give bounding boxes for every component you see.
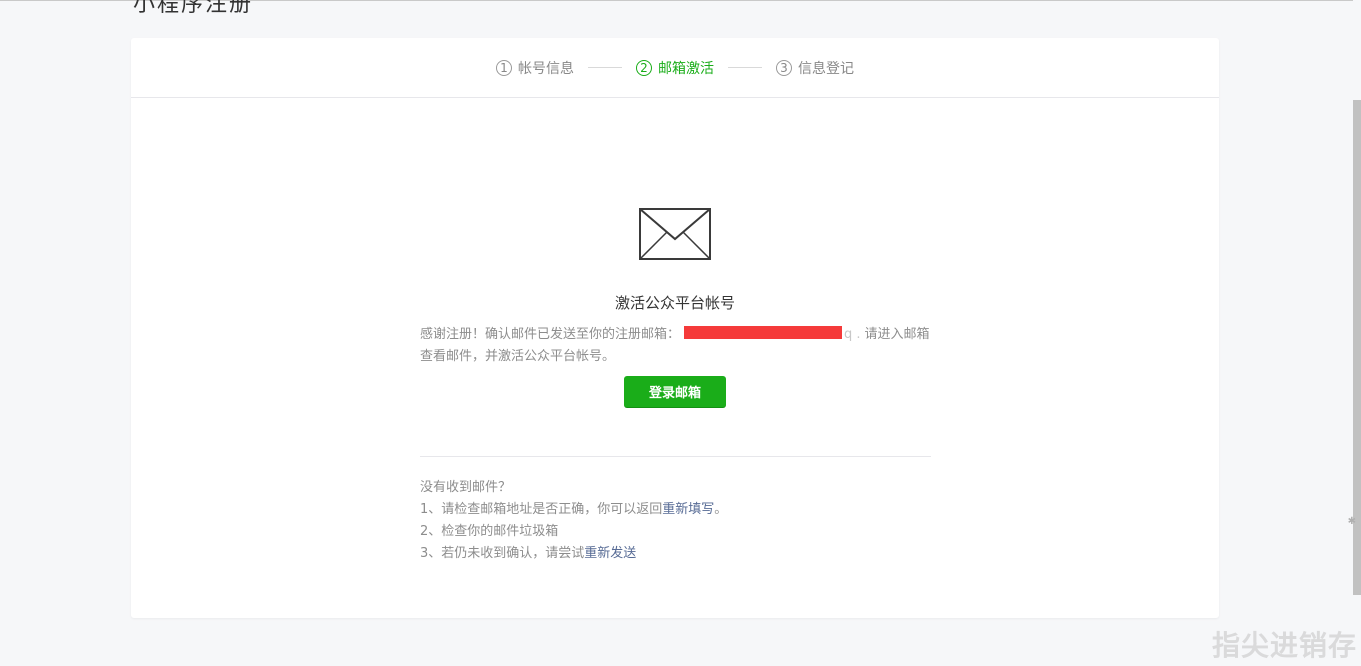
resend-link[interactable]: 重新发送: [584, 546, 636, 561]
step-label: 信息登记: [798, 60, 854, 77]
step-separator: [728, 67, 762, 68]
activation-title: 激活公众平台帐号: [614, 294, 735, 312]
help-line-3: 3、若仍未收到确认，请尝试重新发送: [420, 543, 940, 565]
step-number: 1: [496, 59, 512, 76]
help-line-1-text: 1、请检查邮箱地址是否正确，你可以返回: [420, 502, 663, 517]
help-section: 没有收到邮件？ 1、请检查邮箱地址是否正确，你可以返回重新填写。 2、检查你的邮…: [420, 477, 940, 565]
registration-card: 1 帐号信息 2 邮箱激活 3 信息登记 激活公众平台帐号 感谢注册！确认邮件已…: [131, 38, 1219, 618]
refill-link[interactable]: 重新填写: [662, 502, 714, 517]
step-info-registration: 3 信息登记: [776, 58, 854, 78]
step-email-activation: 2 邮箱激活: [636, 58, 714, 78]
email-tail: q .: [844, 327, 861, 342]
scrollbar-track[interactable]: [1353, 0, 1361, 666]
redacted-email: [684, 326, 843, 339]
step-indicator: 1 帐号信息 2 邮箱激活 3 信息登记: [131, 38, 1219, 98]
step-number: 2: [636, 59, 652, 76]
page-title: 小程序注册: [133, 0, 254, 17]
watermark: 指尖进销存: [1211, 629, 1357, 662]
step-label: 邮箱激活: [658, 60, 714, 77]
step-account-info: 1 帐号信息: [496, 58, 574, 78]
login-email-button[interactable]: 登录邮箱: [624, 376, 726, 408]
step-separator: [588, 67, 622, 68]
section-divider: [420, 456, 931, 457]
side-pin-icon: ✱: [1347, 516, 1356, 527]
help-heading: 没有收到邮件？: [420, 480, 512, 495]
desc-text-before: 感谢注册！确认邮件已发送至你的注册邮箱：: [420, 327, 681, 342]
step-label: 帐号信息: [518, 60, 574, 77]
help-line-3-text: 3、若仍未收到确认，请尝试: [420, 546, 585, 561]
help-line-2: 2、检查你的邮件垃圾箱: [420, 524, 559, 539]
activation-description: 感谢注册！确认邮件已发送至你的注册邮箱： q . 请进入邮箱查看邮件，并激活公众平台…: [420, 324, 932, 368]
help-line-1: 1、请检查邮箱地址是否正确，你可以返回重新填写。: [420, 499, 940, 521]
help-line-1-suffix: 。: [714, 502, 728, 517]
envelope-icon: [639, 208, 711, 260]
step-number: 3: [776, 59, 792, 76]
